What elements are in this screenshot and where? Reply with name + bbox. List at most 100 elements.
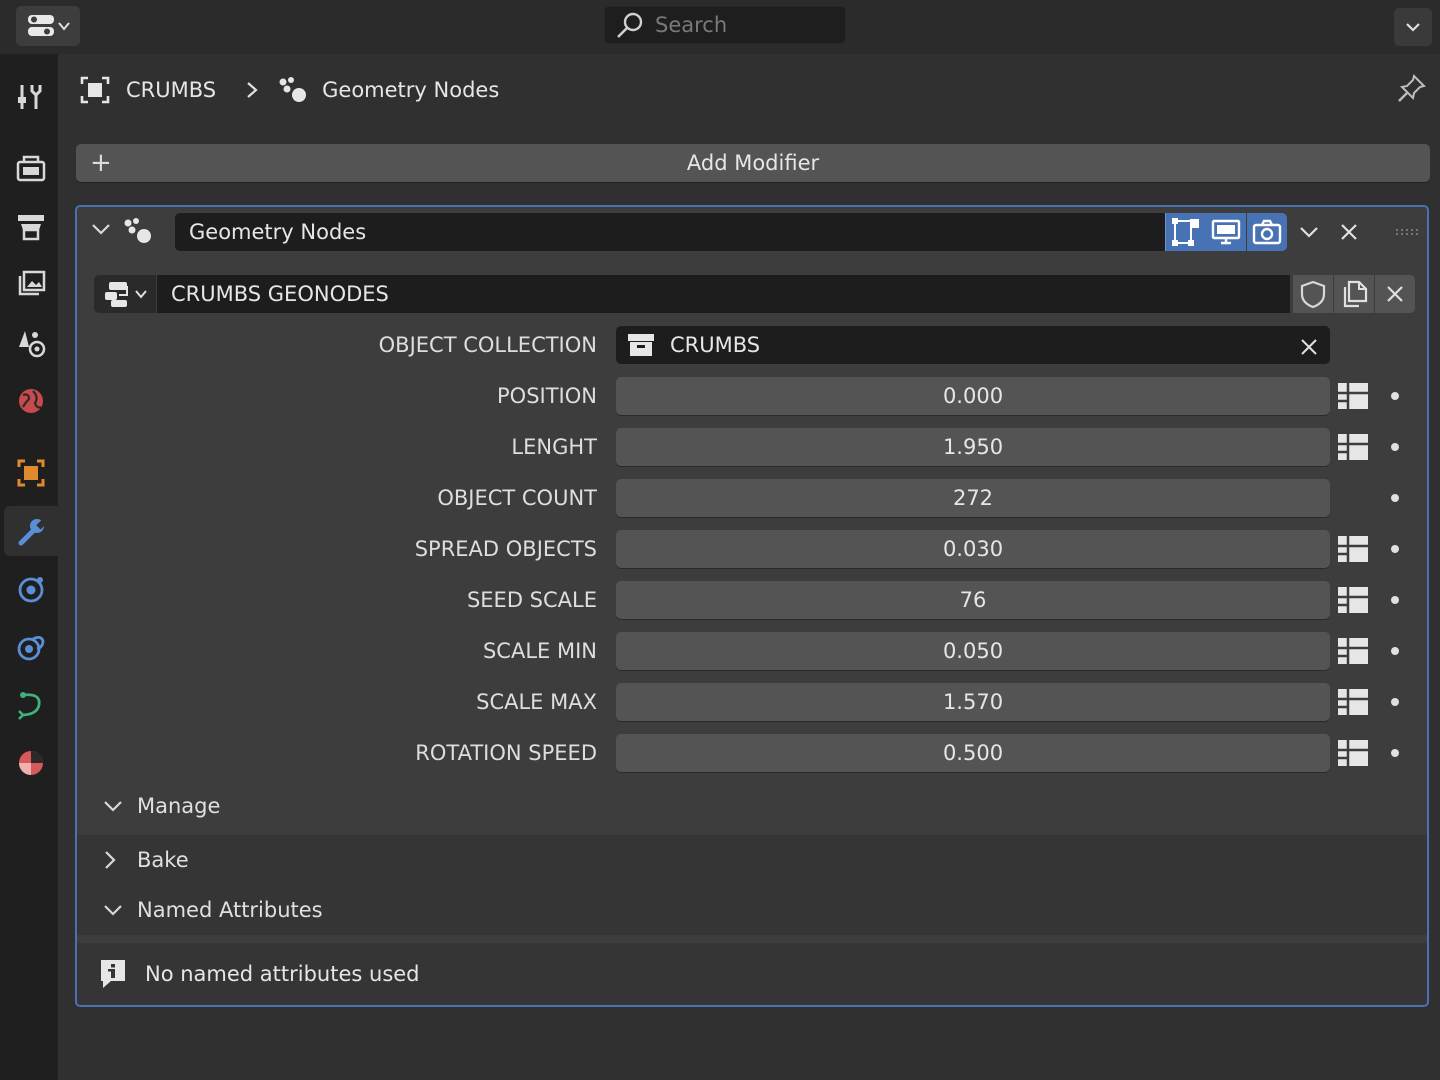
tab-render[interactable] <box>4 144 58 194</box>
scale-min-attribute-toggle[interactable] <box>1335 632 1371 670</box>
edit-mode-toggle[interactable] <box>1165 213 1206 251</box>
seed-scale-field[interactable]: 76 <box>616 581 1330 619</box>
object-icon <box>17 459 45 487</box>
tab-object[interactable] <box>4 448 58 498</box>
drag-handle-icon <box>1396 229 1418 235</box>
spreadsheet-icon <box>1338 536 1368 562</box>
spread-objects-field[interactable]: 0.030 <box>616 530 1330 568</box>
scale-max-attribute-toggle[interactable] <box>1335 683 1371 721</box>
chevron-down-icon <box>104 905 122 916</box>
spreadsheet-icon <box>1338 383 1368 409</box>
tab-particles[interactable] <box>4 564 58 614</box>
scale-max-label: SCALE MAX <box>476 690 597 714</box>
add-modifier-button[interactable]: + Add Modifier <box>76 144 1430 182</box>
collection-box-icon <box>628 334 654 356</box>
breadcrumb-separator <box>246 81 258 99</box>
tool-settings-icon <box>18 85 42 109</box>
seed-scale-label: SEED SCALE <box>466 588 597 612</box>
scale-max-keyframe-dot[interactable] <box>1391 698 1399 706</box>
rotation-speed-field[interactable]: 0.500 <box>616 734 1330 772</box>
object-count-label: OBJECT COUNT <box>437 486 597 510</box>
edit-mode-icon <box>1172 218 1199 246</box>
node-group-browse-button[interactable] <box>94 275 156 313</box>
material-sphere-icon <box>19 751 43 775</box>
spreadsheet-icon <box>1338 434 1368 460</box>
geometry-nodes-modifier-panel: Geometry Nodes CRUMBS GEONODES OBJECT CO… <box>75 205 1429 1007</box>
chevron-down-icon <box>58 22 70 31</box>
modifier-type <box>121 215 155 251</box>
remove-modifier-button[interactable] <box>1331 215 1367 249</box>
info-icon <box>101 960 125 988</box>
render-toggle[interactable] <box>1247 213 1287 251</box>
shield-icon <box>1300 280 1326 309</box>
editor-type-button[interactable] <box>16 6 80 46</box>
viewport-display-toggle[interactable] <box>1206 213 1246 251</box>
clear-collection-button[interactable] <box>1300 332 1318 361</box>
tab-tool[interactable] <box>4 72 58 122</box>
tab-output[interactable] <box>4 202 58 252</box>
tab-modifiers[interactable] <box>4 506 58 556</box>
scale-min-field[interactable]: 0.050 <box>616 632 1330 670</box>
wrench-icon <box>18 519 47 546</box>
modifier-options-dropdown[interactable] <box>1291 215 1327 249</box>
node-group-name-field[interactable]: CRUMBS GEONODES <box>157 275 1290 313</box>
object-count-keyframe-dot[interactable] <box>1391 494 1399 502</box>
node-tree-icon <box>105 282 128 307</box>
scale-max-field[interactable]: 1.570 <box>616 683 1330 721</box>
node-group-selector: CRUMBS GEONODES <box>94 275 1415 313</box>
info-text: No named attributes used <box>145 962 420 986</box>
bake-subpanel-header[interactable]: Bake <box>77 835 1427 885</box>
breadcrumb-modifier: Geometry Nodes <box>322 78 500 102</box>
pin-button[interactable] <box>1396 72 1428 108</box>
seed-scale-attribute-toggle[interactable] <box>1335 581 1371 619</box>
tab-constraints[interactable] <box>4 680 58 730</box>
lenght-field[interactable]: 1.950 <box>616 428 1330 466</box>
position-label: POSITION <box>497 384 597 408</box>
named-attributes-info: No named attributes used <box>77 943 1427 1005</box>
fake-user-button[interactable] <box>1293 275 1333 313</box>
options-dropdown-button[interactable] <box>1394 8 1432 46</box>
search-input[interactable] <box>653 12 837 38</box>
world-icon <box>19 389 43 413</box>
modifier-name-field[interactable]: Geometry Nodes <box>175 213 1165 251</box>
spreadsheet-icon <box>1338 638 1368 664</box>
spreadsheet-icon <box>1338 740 1368 766</box>
named-attributes-subpanel-header[interactable]: Named Attributes <box>77 885 1427 935</box>
tab-view-layer[interactable] <box>4 260 58 310</box>
search-box[interactable] <box>604 6 846 44</box>
tab-physics[interactable] <box>4 622 58 672</box>
duplicate-node-group-button[interactable] <box>1334 275 1374 313</box>
camera-icon <box>1252 219 1282 245</box>
scale-min-keyframe-dot[interactable] <box>1391 647 1399 655</box>
rotation-speed-attribute-toggle[interactable] <box>1335 734 1371 772</box>
seed-scale-keyframe-dot[interactable] <box>1391 596 1399 604</box>
rotation-speed-label: ROTATION SPEED <box>415 741 597 765</box>
lenght-attribute-toggle[interactable] <box>1335 428 1371 466</box>
spread-objects-keyframe-dot[interactable] <box>1391 545 1399 553</box>
chevron-right-icon <box>247 82 258 98</box>
unlink-node-group-button[interactable] <box>1375 275 1415 313</box>
collapse-modifier-button[interactable] <box>91 221 111 241</box>
lenght-keyframe-dot[interactable] <box>1391 443 1399 451</box>
search-icon <box>617 12 643 38</box>
position-attribute-toggle[interactable] <box>1335 377 1371 415</box>
spread-objects-attribute-toggle[interactable] <box>1335 530 1371 568</box>
manage-subpanel-header[interactable]: Manage <box>77 781 1427 831</box>
tab-scene[interactable] <box>4 318 58 368</box>
manage-label: Manage <box>137 794 221 818</box>
position-keyframe-dot[interactable] <box>1391 392 1399 400</box>
bake-label: Bake <box>137 848 189 872</box>
tab-data[interactable] <box>4 738 58 788</box>
duplicate-icon <box>1343 280 1368 308</box>
lenght-label: LENGHT <box>511 435 597 459</box>
object-collection-label: OBJECT COLLECTION <box>378 333 597 357</box>
object-count-field[interactable]: 272 <box>616 479 1330 517</box>
object-collection-value: CRUMBS <box>670 333 761 357</box>
rotation-speed-keyframe-dot[interactable] <box>1391 749 1399 757</box>
position-field[interactable]: 0.000 <box>616 377 1330 415</box>
object-collection-field[interactable]: CRUMBS <box>616 326 1330 364</box>
tab-world[interactable] <box>4 376 58 426</box>
top-header <box>0 0 1440 54</box>
drag-handle[interactable] <box>1389 215 1425 249</box>
spreadsheet-icon <box>1338 587 1368 613</box>
